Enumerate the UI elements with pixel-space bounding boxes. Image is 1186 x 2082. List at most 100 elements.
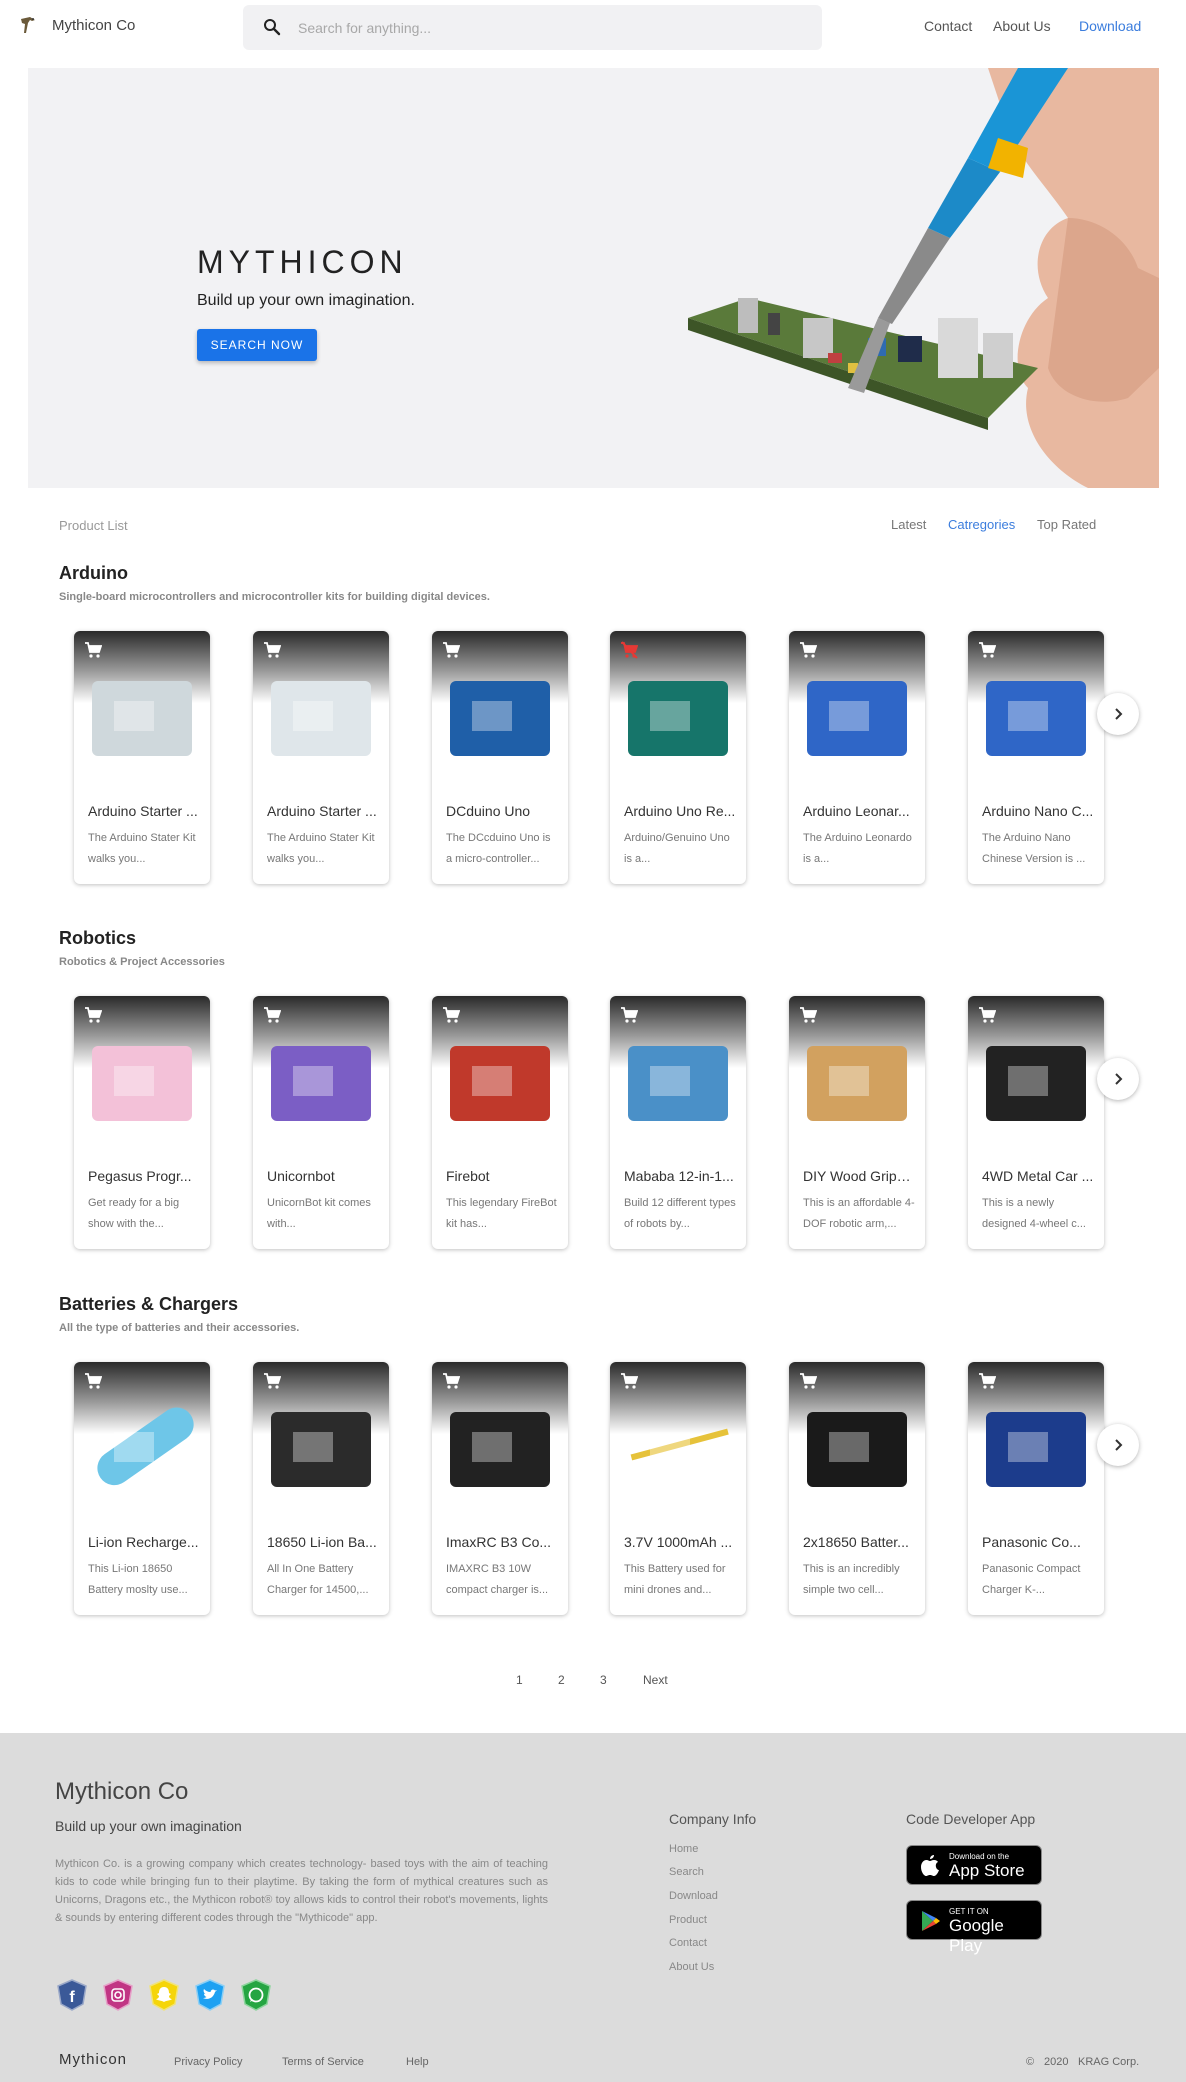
product-name: Arduino Nano C... xyxy=(982,803,1094,819)
product-card[interactable]: Arduino Starter ... The Arduino Stater Ki… xyxy=(253,631,389,884)
whatsapp-icon[interactable] xyxy=(239,1978,273,2012)
product-name: Arduino Starter ... xyxy=(88,803,198,819)
product-card[interactable]: 2x18650 Batter... This is an incredibly s… xyxy=(789,1362,925,1615)
product-card[interactable]: Firebot This legendary FireBot kit has... xyxy=(432,996,568,1249)
footer-link-product[interactable]: Product xyxy=(669,1914,707,1926)
copyright-corp: KRAG Corp. xyxy=(1078,2056,1140,2068)
nav-about-us[interactable]: About Us xyxy=(993,18,1051,34)
product-card[interactable]: DCduino Uno The DCcduino Uno is a micro-c… xyxy=(432,631,568,884)
product-card[interactable]: Mababa 12-in-1... Build 12 different type… xyxy=(610,996,746,1249)
product-list-label: Product List xyxy=(59,518,128,533)
terms-of-service-link[interactable]: Terms of Service xyxy=(282,2056,364,2068)
page-3-link[interactable]: 3 xyxy=(600,1673,607,1687)
add-to-cart-icon[interactable] xyxy=(84,641,102,659)
product-name: 3.7V 1000mAh ... xyxy=(624,1534,733,1550)
add-to-cart-icon[interactable] xyxy=(799,641,817,659)
product-image-area xyxy=(968,631,1104,791)
product-card[interactable]: Panasonic Co... Panasonic Compact Charger… xyxy=(968,1362,1104,1615)
carousel-next-button[interactable] xyxy=(1097,1424,1139,1466)
add-to-cart-icon[interactable] xyxy=(263,641,281,659)
add-to-cart-icon[interactable] xyxy=(799,1006,817,1024)
help-link[interactable]: Help xyxy=(406,2056,429,2068)
footer-link-search[interactable]: Search xyxy=(669,1866,704,1878)
remove-from-cart-icon[interactable] xyxy=(620,641,638,659)
logo-icon xyxy=(21,17,35,33)
next-page-link[interactable]: Next xyxy=(643,1673,668,1687)
product-description: Get ready for a big show with the... xyxy=(88,1197,180,1230)
product-description: The DCcduino Uno is a micro-controller..… xyxy=(446,832,551,865)
product-card[interactable]: DIY Wood Gripp... This is an affordable 4… xyxy=(789,996,925,1249)
footer: Mythicon Co Build up your own imaginatio… xyxy=(0,1733,1186,2082)
product-description: Arduino/Genuino Uno is a... xyxy=(624,832,730,865)
facebook-icon[interactable]: f xyxy=(55,1978,89,2012)
product-description: The Arduino Stater Kit walks you... xyxy=(267,832,375,865)
carousel-next-button[interactable] xyxy=(1097,1058,1139,1100)
product-name: Arduino Uno Re... xyxy=(624,803,736,819)
page-1-link[interactable]: 1 xyxy=(516,1673,523,1687)
product-name: 18650 Li-ion Ba... xyxy=(267,1534,377,1550)
google-play-badge[interactable]: GET IT ON Google Play xyxy=(906,1900,1042,1955)
copyright-year: 2020 xyxy=(1044,2056,1069,2068)
product-card[interactable]: Arduino Starter ... The Arduino Stater Ki… xyxy=(74,631,210,884)
nav-download[interactable]: Download xyxy=(1079,18,1141,34)
product-card[interactable]: Li-ion Recharge... This Li-ion 18650 Batt… xyxy=(74,1362,210,1615)
product-card[interactable]: Arduino Leonar... The Arduino Leonardo is… xyxy=(789,631,925,884)
add-to-cart-icon[interactable] xyxy=(263,1006,281,1024)
add-to-cart-icon[interactable] xyxy=(978,1006,996,1024)
footer-link-download[interactable]: Download xyxy=(669,1890,718,1902)
product-card[interactable]: Arduino Uno Re... Arduino/Genuino Uno is … xyxy=(610,631,746,884)
add-to-cart-icon[interactable] xyxy=(263,1372,281,1390)
add-to-cart-icon[interactable] xyxy=(84,1006,102,1024)
carousel-next-button[interactable] xyxy=(1097,693,1139,735)
product-description: This Battery used for mini drones and... xyxy=(624,1563,726,1596)
google-play-big-text: Google Play xyxy=(949,1916,1004,1955)
add-to-cart-icon[interactable] xyxy=(978,641,996,659)
product-name: Pegasus Progr... xyxy=(88,1168,192,1184)
logo[interactable]: Mythicon Co xyxy=(18,15,135,35)
product-name: 4WD Metal Car ... xyxy=(982,1168,1094,1184)
tab-latest[interactable]: Latest xyxy=(891,517,926,532)
footer-link-about-us[interactable]: About Us xyxy=(669,1961,714,1973)
app-store-big-text: App Store xyxy=(949,1861,1025,1880)
product-card[interactable]: 3.7V 1000mAh ... This Battery used for mi… xyxy=(610,1362,746,1615)
product-description: The Arduino Leonardo is a... xyxy=(803,832,912,865)
privacy-policy-link[interactable]: Privacy Policy xyxy=(174,2056,242,2068)
tab-top-rated[interactable]: Top Rated xyxy=(1037,517,1096,532)
snapchat-icon[interactable] xyxy=(147,1978,181,2012)
search-icon[interactable] xyxy=(263,18,281,36)
page-2-link[interactable]: 2 xyxy=(558,1673,565,1687)
add-to-cart-icon[interactable] xyxy=(84,1372,102,1390)
footer-link-home[interactable]: Home xyxy=(669,1843,698,1855)
search-input[interactable] xyxy=(298,5,798,50)
add-to-cart-icon[interactable] xyxy=(442,1372,460,1390)
section-title: Batteries & Chargers xyxy=(59,1294,239,1314)
search-now-button[interactable]: SEARCH NOW xyxy=(197,329,317,361)
app-store-badge[interactable]: Download on the App Store xyxy=(906,1845,1042,1885)
product-image-area xyxy=(74,996,210,1156)
add-to-cart-icon[interactable] xyxy=(620,1372,638,1390)
product-card[interactable]: 4WD Metal Car ... This is a newly designe… xyxy=(968,996,1104,1249)
nav-contact[interactable]: Contact xyxy=(924,18,972,34)
add-to-cart-icon[interactable] xyxy=(442,1006,460,1024)
product-image-area xyxy=(74,631,210,791)
product-image-area xyxy=(610,631,746,791)
product-card[interactable]: Pegasus Progr... Get ready for a big show… xyxy=(74,996,210,1249)
copyright-symbol: © xyxy=(1026,2056,1035,2068)
twitter-icon[interactable] xyxy=(193,1978,227,2012)
add-to-cart-icon[interactable] xyxy=(799,1372,817,1390)
top-header: Mythicon Co Contact About Us Download xyxy=(0,0,1186,54)
product-image-area xyxy=(432,996,568,1156)
product-description: All In One Battery Charger for 14500,... xyxy=(267,1563,369,1596)
product-name: DCduino Uno xyxy=(446,803,531,819)
add-to-cart-icon[interactable] xyxy=(978,1372,996,1390)
product-card[interactable]: Arduino Nano C... The Arduino Nano Chines… xyxy=(968,631,1104,884)
product-card[interactable]: Unicornbot UnicornBot kit comes with... xyxy=(253,996,389,1249)
tab-categories[interactable]: Catregories xyxy=(948,517,1015,532)
instagram-icon[interactable] xyxy=(101,1978,135,2012)
footer-link-contact[interactable]: Contact xyxy=(669,1937,707,1949)
add-to-cart-icon[interactable] xyxy=(442,641,460,659)
product-description: This is a newly designed 4-wheel c... xyxy=(982,1197,1086,1230)
product-card[interactable]: 18650 Li-ion Ba... All In One Battery Cha… xyxy=(253,1362,389,1615)
product-card[interactable]: ImaxRC B3 Co... IMAXRC B3 10W compact cha… xyxy=(432,1362,568,1615)
add-to-cart-icon[interactable] xyxy=(620,1006,638,1024)
